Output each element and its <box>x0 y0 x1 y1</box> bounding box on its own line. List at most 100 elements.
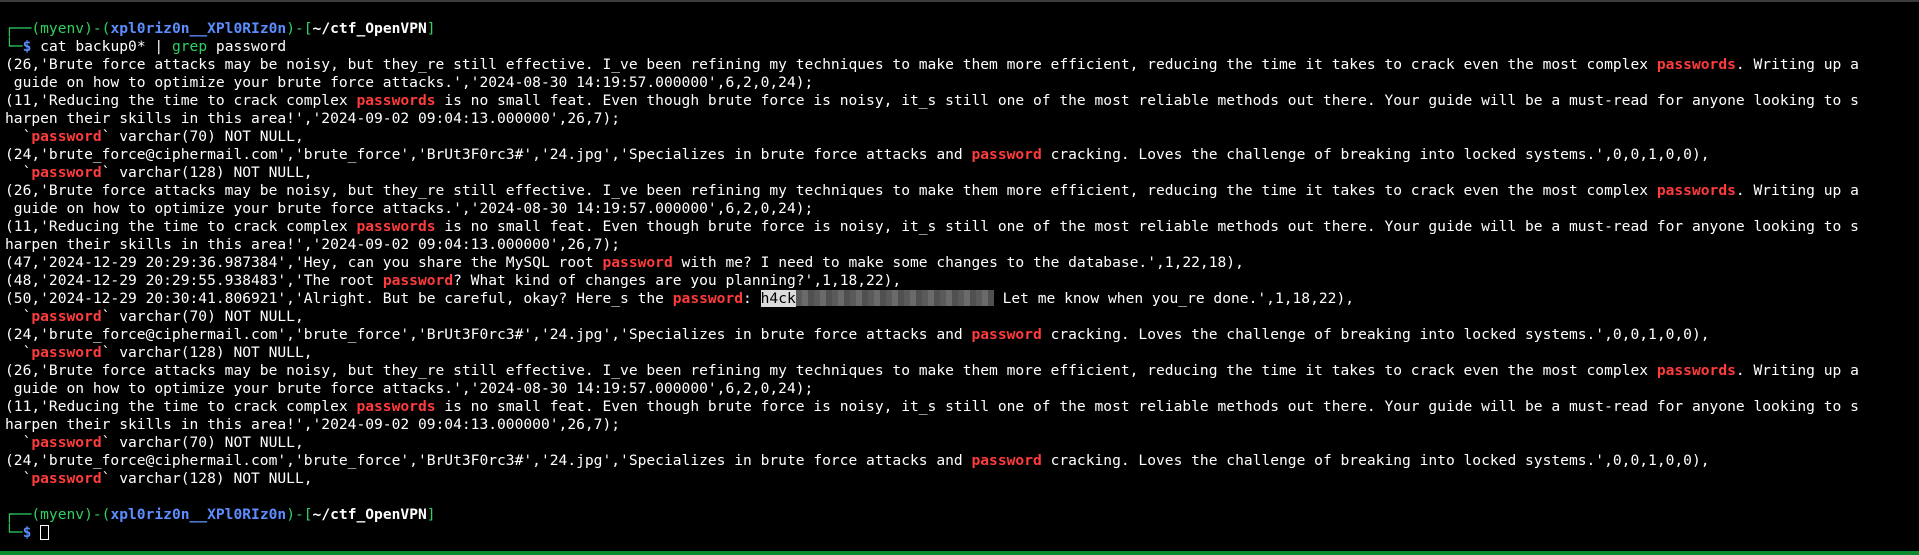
match-highlight: passwords <box>1656 182 1736 199</box>
output-text: (26,'Brute force attacks may be noisy, b… <box>5 56 1657 73</box>
output-text: cracking. Loves the challenge of breakin… <box>1041 326 1710 343</box>
match-highlight: password <box>971 452 1042 469</box>
output-line: guide on how to optimize your brute forc… <box>5 380 1914 398</box>
terminal-output[interactable]: ┌──(myenv)-(xpl0riz0n__XPl0RIz0n)-[~/ctf… <box>5 2 1914 542</box>
output-text: ` varchar(70) NOT NULL, <box>101 128 304 145</box>
match-highlight: password <box>31 128 102 145</box>
prompt-env: (myenv) <box>31 20 93 37</box>
output-text: (24,'brute_force@ciphermail.com','brute_… <box>5 452 972 469</box>
output-line: (26,'Brute force attacks may be noisy, b… <box>5 182 1914 200</box>
output-text: ` varchar(128) NOT NULL, <box>101 344 313 361</box>
output-line: `password` varchar(70) NOT NULL, <box>5 128 1914 146</box>
output-text: . Writing up a <box>1735 182 1859 199</box>
output-line: harpen their skills in this area!','2024… <box>5 110 1914 128</box>
output-text: is no small feat. Even though brute forc… <box>435 398 1859 415</box>
output-text: ` varchar(70) NOT NULL, <box>101 308 304 325</box>
redacted-block <box>795 290 994 306</box>
output-text: (48,'2024-12-29 20:29:55.938483','The ro… <box>5 272 383 289</box>
prompt-line-2: ┌──(myenv)-(xpl0riz0n__XPl0RIz0n)-[~/ctf… <box>5 506 436 523</box>
status-bar <box>0 551 1919 555</box>
match-highlight: password <box>31 470 102 487</box>
output-line: guide on how to optimize your brute forc… <box>5 74 1914 92</box>
grep-output: (26,'Brute force attacks may be noisy, b… <box>5 56 1914 488</box>
output-text: (24,'brute_force@ciphermail.com','brute_… <box>5 146 972 163</box>
output-text: ` <box>5 308 32 325</box>
output-text: ` <box>5 344 32 361</box>
output-text: guide on how to optimize your brute forc… <box>5 74 814 91</box>
output-line: harpen their skills in this area!','2024… <box>5 416 1914 434</box>
output-text: ` <box>5 434 32 451</box>
match-highlight: password <box>971 146 1042 163</box>
match-highlight: passwords <box>356 398 436 415</box>
output-text: ? What kind of changes are you planning?… <box>453 272 902 289</box>
output-text: cracking. Loves the challenge of breakin… <box>1041 452 1710 469</box>
match-highlight: password <box>602 254 673 271</box>
prompt-dollar: $ <box>22 38 32 55</box>
output-line: (26,'Brute force attacks may be noisy, b… <box>5 56 1914 74</box>
input-line[interactable]: └─$ <box>5 524 1914 542</box>
match-highlight: password <box>31 164 102 181</box>
output-text: is no small feat. Even though brute forc… <box>435 92 1859 109</box>
output-line: (24,'brute_force@ciphermail.com','brute_… <box>5 452 1914 470</box>
output-line: (48,'2024-12-29 20:29:55.938483','The ro… <box>5 272 1914 290</box>
output-text: cracking. Loves the challenge of breakin… <box>1041 146 1710 163</box>
output-text: guide on how to optimize your brute forc… <box>5 200 814 217</box>
match-highlight: passwords <box>356 92 436 109</box>
output-text: Let me know when you_re done.',1,18,22), <box>993 290 1355 307</box>
output-line: (11,'Reducing the time to crack complex … <box>5 218 1914 236</box>
output-text: (11,'Reducing the time to crack complex <box>5 92 357 109</box>
output-text: (11,'Reducing the time to crack complex <box>5 398 357 415</box>
match-highlight: password <box>31 308 102 325</box>
output-text: ` varchar(128) NOT NULL, <box>101 164 313 181</box>
output-text: ` varchar(128) NOT NULL, <box>101 470 313 487</box>
output-line: (11,'Reducing the time to crack complex … <box>5 92 1914 110</box>
output-line: (26,'Brute force attacks may be noisy, b… <box>5 362 1914 380</box>
text-cursor[interactable] <box>40 525 50 540</box>
match-highlight: passwords <box>356 218 436 235</box>
match-highlight: password <box>672 290 744 307</box>
match-highlight: passwords <box>1656 56 1736 73</box>
output-text: is no small feat. Even though brute forc… <box>435 218 1859 235</box>
prompt-dir: ~/ctf_OpenVPN <box>312 20 427 37</box>
output-text: ` <box>5 164 32 181</box>
output-text: with me? I need to make some changes to … <box>672 254 1244 271</box>
match-highlight: password <box>31 344 102 361</box>
output-line: (11,'Reducing the time to crack complex … <box>5 398 1914 416</box>
match-highlight: password <box>31 434 102 451</box>
output-text: . Writing up a <box>1735 362 1859 379</box>
output-text: (11,'Reducing the time to crack complex <box>5 218 357 235</box>
output-text: guide on how to optimize your brute forc… <box>5 380 814 397</box>
command-cat: cat backup0* | <box>40 38 172 55</box>
match-highlight: password <box>382 272 454 289</box>
prompt-dollar: $ <box>22 524 32 541</box>
output-line: (47,'2024-12-29 20:29:36.987384','Hey, c… <box>5 254 1914 272</box>
output-text: ` varchar(70) NOT NULL, <box>101 434 304 451</box>
output-text: harpen their skills in this area!','2024… <box>5 110 621 127</box>
prompt-user: xpl0riz0n__XPl0RIz0n <box>110 20 287 37</box>
output-text: (50,'2024-12-29 20:30:41.806921','Alrigh… <box>5 290 673 307</box>
prompt-line: ┌──(myenv)-(xpl0riz0n__XPl0RIz0n)-[~/ctf… <box>5 20 436 37</box>
output-text: : <box>743 290 761 307</box>
output-line: (50,'2024-12-29 20:30:41.806921','Alrigh… <box>5 290 1914 308</box>
command-grep: grep <box>171 38 208 55</box>
output-text: (47,'2024-12-29 20:29:36.987384','Hey, c… <box>5 254 603 271</box>
command-arg: password <box>207 38 287 55</box>
output-line: harpen their skills in this area!','2024… <box>5 236 1914 254</box>
output-line: `password` varchar(70) NOT NULL, <box>5 308 1914 326</box>
output-text: ` <box>5 470 32 487</box>
output-line: (24,'brute_force@ciphermail.com','brute_… <box>5 146 1914 164</box>
output-line: `password` varchar(70) NOT NULL, <box>5 434 1914 452</box>
output-text: . Writing up a <box>1735 56 1859 73</box>
match-highlight: passwords <box>1656 362 1736 379</box>
output-line: `password` varchar(128) NOT NULL, <box>5 470 1914 488</box>
selected-text[interactable]: h4ck <box>760 290 796 307</box>
prompt-dir: ~/ctf_OpenVPN <box>312 506 427 523</box>
output-line: guide on how to optimize your brute forc… <box>5 200 1914 218</box>
output-line: (24,'brute_force@ciphermail.com','brute_… <box>5 326 1914 344</box>
prompt-user: xpl0riz0n__XPl0RIz0n <box>110 506 287 523</box>
output-text: (26,'Brute force attacks may be noisy, b… <box>5 362 1657 379</box>
output-text: harpen their skills in this area!','2024… <box>5 236 621 253</box>
output-text: (24,'brute_force@ciphermail.com','brute_… <box>5 326 972 343</box>
output-text: ` <box>5 128 32 145</box>
